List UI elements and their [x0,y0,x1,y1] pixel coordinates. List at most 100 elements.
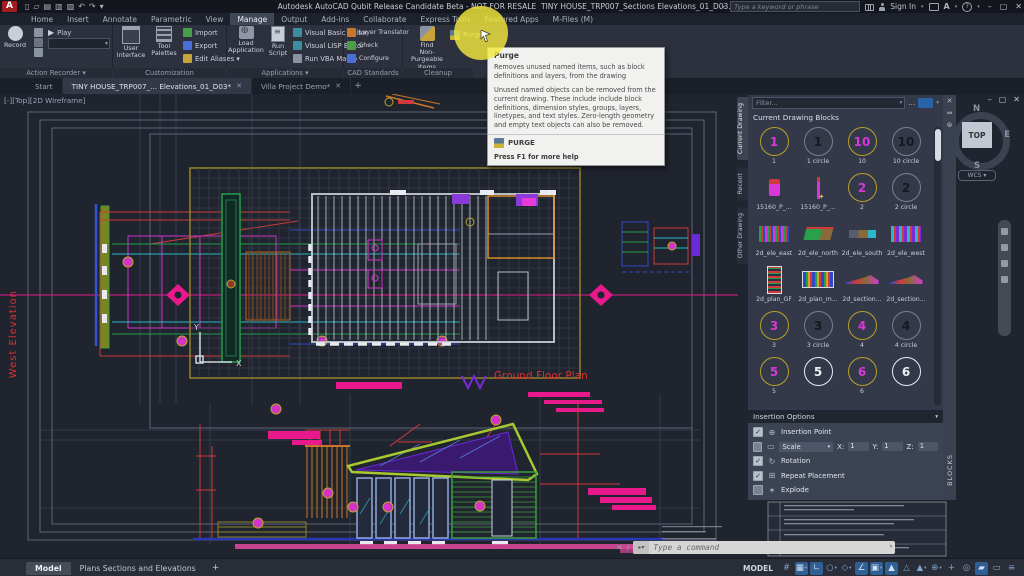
doc-minimize-button[interactable]: – [988,95,992,104]
load-application-button[interactable]: Load Application [229,26,263,54]
block-item[interactable]: 6 6 [840,355,884,401]
grid-display-icon[interactable]: # [780,562,793,575]
redo-icon[interactable]: ↷ [89,1,96,12]
explode-row[interactable]: ✶ Explode [753,484,938,496]
ribbon-tab[interactable]: Collaborate [356,13,413,25]
plot-icon[interactable]: ▨ [67,1,75,12]
block-item[interactable]: 2 2 [840,171,884,217]
blocks-filter-input[interactable]: Filter... [752,97,905,109]
rotation-checkbox[interactable]: ✓ [753,456,763,466]
ribbon-tab[interactable]: Parametric [144,13,199,25]
blocks-scrollbar[interactable] [934,127,941,405]
viewcube-top-face[interactable]: TOP [962,122,992,148]
block-item[interactable]: 3 3 circle [796,309,840,355]
layer-translator-button[interactable]: Layer Translator [347,27,409,38]
autodesk-account-icon[interactable]: A [944,2,950,11]
qat-menu-icon[interactable]: ▾ [100,1,104,12]
model-space-toggle[interactable]: MODEL [743,564,773,573]
scale-x-input[interactable]: 1 [848,442,868,451]
ribbon-tab[interactable]: Annotate [96,13,144,25]
restore-button[interactable]: ▢ [1000,2,1008,11]
graphics-performance-icon[interactable]: ▰ [975,562,988,575]
block-item[interactable]: 2d_ele_south [840,217,884,263]
ribbon-tab[interactable]: M-Files (M) [546,13,600,25]
block-item[interactable]: 5 5 [752,355,796,401]
annotation-autoscale-icon[interactable]: △ [900,562,913,575]
undo-icon[interactable]: ↶ [78,1,85,12]
clean-screen-icon[interactable]: ▭ [990,562,1003,575]
open-file-icon[interactable]: ▱ [33,1,39,12]
scale-checkbox[interactable] [753,442,762,452]
viewport-controls[interactable]: [-][Top][2D Wireframe] [4,96,85,105]
block-item[interactable]: 2d_section... [884,263,928,309]
save-icon[interactable]: ▤ [44,1,52,12]
save-as-icon[interactable]: ▥ [55,1,63,12]
view-options-icon[interactable] [918,98,933,108]
insertion-point-checkbox[interactable]: ✓ [753,427,763,437]
collapse-icon[interactable]: ▾ [935,414,938,420]
palette-side-tab[interactable]: Recent [737,167,748,200]
block-item[interactable]: 1 1 circle [796,125,840,171]
snap-mode-icon[interactable]: ▦ [795,562,808,575]
user-interface-button[interactable]: User Interface [115,26,147,59]
block-item[interactable]: 6 [884,355,928,401]
block-item[interactable]: 15160_P_... [752,171,796,217]
insertion-options-header[interactable]: Insertion Options▾ [748,410,943,423]
play-button[interactable]: ▶ Play [48,27,110,38]
new-layout-button[interactable]: + [205,563,227,573]
help-icon[interactable]: ? [962,2,972,12]
doc-restore-button[interactable]: ▢ [999,95,1007,104]
new-drawing-tab-button[interactable]: + [351,78,365,94]
app-store-icon[interactable] [929,3,939,11]
block-item[interactable]: 2d_ele_north [796,217,840,263]
tool-palettes-button[interactable]: Tool Palettes [149,26,179,57]
annotation-visibility-icon[interactable]: ▲ [885,562,898,575]
check-button[interactable]: Check [347,40,409,51]
palette-side-tab[interactable]: Other Drawing [737,207,748,264]
panel-label-cleanup[interactable]: Cleanup [403,68,473,78]
block-item[interactable]: 2d_plan_m... [796,263,840,309]
ribbon-tab[interactable]: View [199,13,231,25]
close-command-icon[interactable]: ✕ [616,543,623,552]
palette-side-tab[interactable]: Current Drawing [737,97,748,160]
layout-tab-plans[interactable]: Plans Sections and Elevations [71,562,205,575]
customize-command-icon[interactable]: ∕ [627,543,630,552]
command-input[interactable]: ▸▾ Type a command [633,541,895,554]
file-tab-start[interactable]: Start [26,78,63,94]
block-item[interactable]: 4 4 circle [884,309,928,355]
insertion-point-row[interactable]: ✓ ⊕ Insertion Point [753,426,938,438]
ribbon-tab[interactable]: Home [24,13,60,25]
polar-tracking-icon[interactable]: ○ [825,562,838,575]
search-help-icon[interactable] [865,4,874,9]
explode-checkbox[interactable] [753,485,763,495]
annotation-scale-icon[interactable]: ▲ [915,562,928,575]
recent-commands-icon[interactable]: ▸▾ [633,541,649,554]
block-item[interactable]: 10 10 [840,125,884,171]
close-tab-icon[interactable]: ✕ [335,82,341,90]
palette-close-icon[interactable]: ✕ [947,97,953,105]
find-non-purgeable-button[interactable]: Find Non-Purgeable Items [405,26,449,71]
layout-tab-model[interactable]: Model [26,562,71,575]
workspace-icon[interactable]: ⊕ [930,562,943,575]
scale-row[interactable]: ▭ Scale▾ X:1 Y:1 Z:1 [753,441,938,453]
record-button[interactable]: Record [4,26,26,49]
file-tab-villa[interactable]: Villa Project Demo*✕ [252,78,351,94]
panel-label-applications[interactable]: Applications ▾ [227,68,343,78]
isometric-drafting-icon[interactable]: ◇ [840,562,853,575]
block-item[interactable]: 5 [796,355,840,401]
ortho-mode-icon[interactable]: ∟ [810,562,823,575]
navigation-bar[interactable] [998,220,1011,336]
osnap-tracking-icon[interactable]: ∠ [855,562,868,575]
doc-close-button[interactable]: ✕ [1013,95,1020,104]
panel-label-cad-standards[interactable]: CAD Standards [344,68,402,78]
customization-menu-icon[interactable]: ≡ [1005,562,1018,575]
action-macro-select[interactable] [48,38,110,49]
panel-label-action-recorder[interactable]: Action Recorder ▾ [0,68,112,78]
insert-message-icon[interactable] [34,28,43,37]
isolate-objects-icon[interactable]: ◎ [960,562,973,575]
block-item[interactable]: 1 1 [752,125,796,171]
sign-in-avatar-icon[interactable] [879,3,885,11]
palette-autohide-icon[interactable]: ⇔ [947,109,953,117]
block-item[interactable]: 2d_section... [840,263,884,309]
repeat-placement-row[interactable]: ✓ ⊞ Repeat Placement [753,470,938,482]
